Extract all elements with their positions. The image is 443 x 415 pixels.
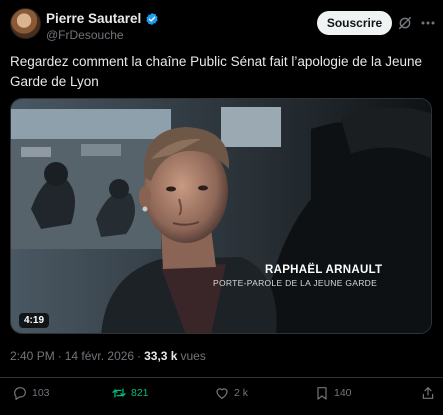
divider [0,377,443,378]
bookmark-outline-icon [317,387,327,400]
tweet-text: Regardez comment la chaîne Public Sénat … [10,54,423,89]
video-frame [11,99,431,333]
views-label: vues [180,349,206,363]
share-icon [422,387,434,399]
verified-badge-icon [146,12,158,25]
tweet-time[interactable]: 2:40 PM [10,349,55,363]
meta-separator: · [137,349,142,363]
avatar[interactable] [10,8,41,39]
bookmark-count: 140 [334,387,352,399]
grok-icon[interactable] [397,15,413,31]
tweet-date[interactable]: 14 févr. 2026 [65,349,134,363]
like-button[interactable]: 2 k [214,385,248,401]
video-caption-role: PORTE-PAROLE DE LA JEUNE GARDE [213,278,378,288]
reply-count: 103 [32,387,50,399]
meta-separator: · [57,349,62,363]
video-player[interactable]: RAPHAËL ARNAULT PORTE-PAROLE DE LA JEUNE… [10,98,432,334]
tweet-header: Pierre Sautarel @FrDesouche Souscrire [0,0,443,44]
repost-icon [112,388,126,398]
video-duration-badge: 4:19 [19,313,50,328]
subscribe-button[interactable]: Souscrire [317,11,392,35]
repost-count: 821 [131,387,149,399]
tweet-meta: 2:40 PM · 14 févr. 2026 · 33,3 k vues [10,349,206,363]
views-count: 33,3 k [144,349,178,363]
repost-button[interactable]: 821 [111,385,149,401]
reply-button[interactable]: 103 [12,385,50,401]
action-bar: 103 821 2 k 140 [0,385,443,407]
author-handle[interactable]: @FrDesouche [46,28,124,42]
share-button[interactable] [420,385,436,401]
more-options-icon[interactable] [421,21,435,25]
heart-icon [216,388,228,399]
video-caption-name: RAPHAËL ARNAULT [265,264,383,276]
like-count: 2 k [234,387,249,399]
views-button[interactable]: 140 [314,385,352,401]
author-name-row: Pierre Sautarel [46,11,159,26]
reply-icon [14,387,26,400]
author-display-name[interactable]: Pierre Sautarel [46,11,141,26]
